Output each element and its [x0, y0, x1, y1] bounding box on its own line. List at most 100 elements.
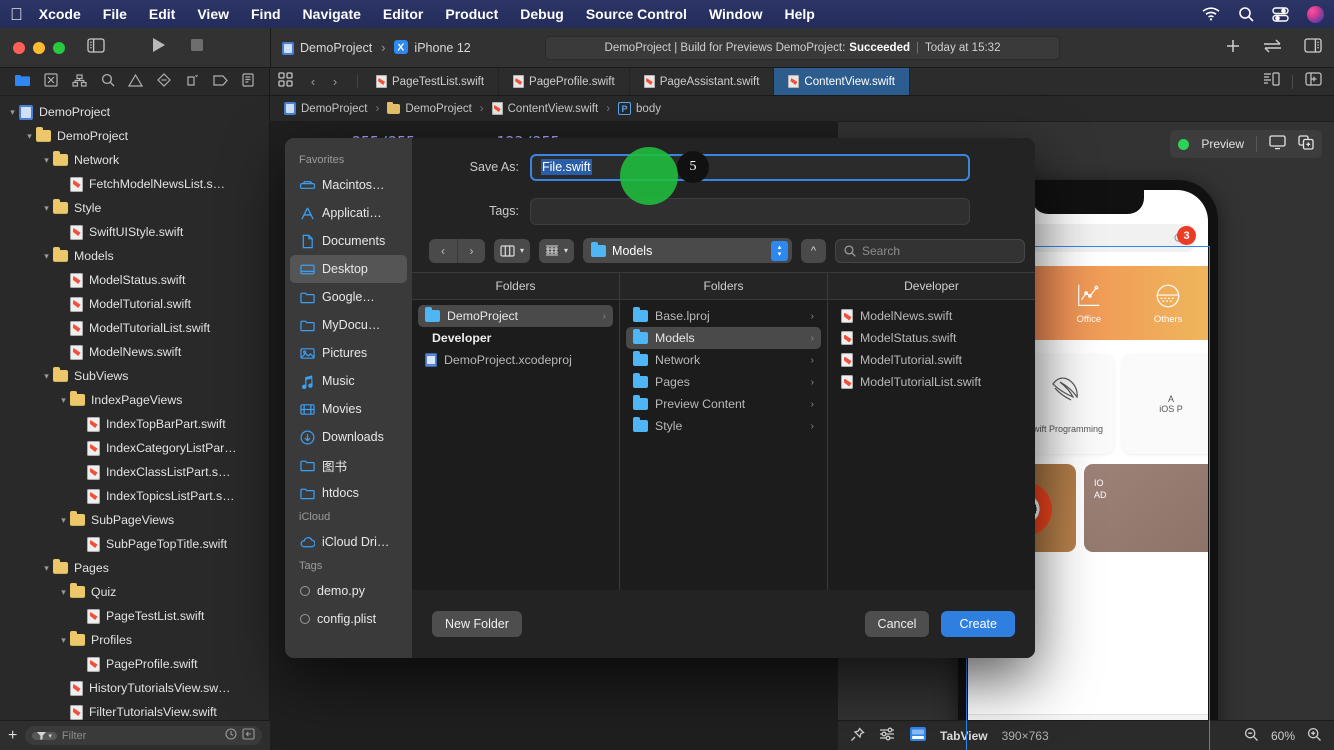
- toolbar-right-controls[interactable]: [1225, 28, 1322, 68]
- new-folder-button[interactable]: New Folder: [432, 611, 522, 637]
- banner-item[interactable]: IO AD: [1084, 464, 1208, 552]
- menu-item-product[interactable]: Product: [445, 6, 498, 22]
- file-tree-row[interactable]: ▾ IndexPageViews: [0, 388, 269, 412]
- sidebar-item-iclouddri[interactable]: iCloud Dri…: [290, 528, 407, 556]
- browser-row[interactable]: Base.lproj ›: [626, 305, 821, 327]
- scheme-selector[interactable]: DemoProject › iPhone 12: [282, 28, 471, 68]
- path-popup-button[interactable]: Models ▴ ▾: [583, 238, 792, 263]
- menu-item-edit[interactable]: Edit: [149, 6, 175, 22]
- pin-icon[interactable]: [850, 726, 865, 745]
- close-button[interactable]: [13, 41, 25, 54]
- sidebar-item-htdocs[interactable]: htdocs: [290, 479, 407, 507]
- breadcrumb-item-1[interactable]: DemoProject: [405, 103, 471, 115]
- breadcrumb-item-3[interactable]: body: [636, 103, 661, 115]
- menu-item-debug[interactable]: Debug: [520, 6, 564, 22]
- zoom-out-icon[interactable]: [1244, 727, 1259, 745]
- menu-item-source-control[interactable]: Source Control: [586, 6, 687, 22]
- sidebar-item-applicati[interactable]: Applicati…: [290, 199, 407, 227]
- card-item[interactable]: A iOS P: [1122, 354, 1208, 454]
- path-stepper-icon[interactable]: ▴ ▾: [771, 240, 788, 261]
- zoom-in-icon[interactable]: [1307, 727, 1322, 745]
- group-by-button[interactable]: ▾: [539, 238, 575, 263]
- browser-row[interactable]: ModelNews.swift: [834, 305, 1029, 327]
- wifi-icon[interactable]: [1202, 7, 1220, 21]
- browser-row[interactable]: DemoProject.xcodeproj: [418, 349, 613, 371]
- file-tree-row[interactable]: ▾ SubPageViews: [0, 508, 269, 532]
- apple-logo-icon[interactable]: : [10, 6, 23, 23]
- sidebar-item-google[interactable]: Google…: [290, 283, 407, 311]
- disclosure-triangle-icon[interactable]: ▾: [57, 587, 70, 598]
- file-tree-row[interactable]: ▾ Style: [0, 196, 269, 220]
- sidebar-item-macintos[interactable]: Macintos…: [290, 171, 407, 199]
- symbol-icon[interactable]: [72, 73, 87, 90]
- search-icon[interactable]: [101, 73, 115, 90]
- sidebar-item-desktop[interactable]: Desktop: [290, 255, 407, 283]
- sidebar-item-pictures[interactable]: Pictures: [290, 339, 407, 367]
- create-button[interactable]: Create: [941, 611, 1015, 637]
- filter-input[interactable]: ▾ Filter: [25, 726, 262, 745]
- filter-icon[interactable]: ▾: [32, 731, 57, 740]
- display-icon[interactable]: [1269, 135, 1286, 153]
- breadcrumb-item-0[interactable]: DemoProject: [301, 103, 367, 115]
- debug-icon[interactable]: [185, 73, 199, 90]
- menu-item-editor[interactable]: Editor: [383, 6, 423, 22]
- recent-icon[interactable]: [225, 728, 237, 743]
- collapse-icon[interactable]: [242, 728, 255, 743]
- dialog-search-input[interactable]: Search: [835, 238, 1025, 263]
- menu-item-help[interactable]: Help: [784, 6, 814, 22]
- tab-pageprofile[interactable]: PageProfile.swift: [499, 68, 630, 95]
- file-tree-row[interactable]: PageTestList.swift: [0, 604, 269, 628]
- run-button[interactable]: [151, 37, 166, 58]
- file-tree-row[interactable]: ModelStatus.swift: [0, 268, 269, 292]
- file-tree-row[interactable]: ▾ DemoProject: [0, 124, 269, 148]
- file-tree-row[interactable]: ModelTutorial.swift: [0, 292, 269, 316]
- tab-pageassistant[interactable]: PageAssistant.swift: [630, 68, 775, 95]
- menu-item-window[interactable]: Window: [709, 6, 763, 22]
- sidebar-item-[interactable]: 图书: [290, 451, 407, 479]
- file-tree-row[interactable]: IndexTopicsListPart.s…: [0, 484, 269, 508]
- file-tree-row[interactable]: ▾ Models: [0, 244, 269, 268]
- menu-item-xcode[interactable]: Xcode: [39, 6, 81, 22]
- breadcrumb[interactable]: DemoProject › DemoProject › ContentView.…: [270, 96, 1334, 122]
- disclosure-triangle-icon[interactable]: ▾: [40, 155, 53, 166]
- view-mode-button[interactable]: ▾: [494, 238, 531, 263]
- disclosure-triangle-icon[interactable]: ▾: [6, 107, 19, 118]
- menu-item-file[interactable]: File: [103, 6, 127, 22]
- zoom-controls[interactable]: 60%: [1244, 727, 1322, 745]
- menu-item-find[interactable]: Find: [251, 6, 281, 22]
- menu-item-navigate[interactable]: Navigate: [303, 6, 361, 22]
- toggle-navigator-icon[interactable]: [87, 37, 105, 58]
- category-office[interactable]: Office: [1075, 282, 1103, 325]
- sidebar-item-music[interactable]: Music: [290, 367, 407, 395]
- window-controls[interactable]: [0, 41, 65, 54]
- disclosure-triangle-icon[interactable]: ▾: [40, 251, 53, 262]
- file-tree[interactable]: ▾ DemoProject ▾ DemoProject ▾ Network FetchMod…: [0, 96, 269, 720]
- breadcrumb-item-2[interactable]: ContentView.swift: [508, 103, 599, 115]
- browser-row[interactable]: Pages ›: [626, 371, 821, 393]
- sidebar-item-downloads[interactable]: Downloads: [290, 423, 407, 451]
- file-tree-row[interactable]: FilterTutorialsView.swift: [0, 700, 269, 720]
- preview-toolbar[interactable]: Preview: [1170, 130, 1322, 158]
- browser-row[interactable]: Network ›: [626, 349, 821, 371]
- file-tree-row[interactable]: PageProfile.swift: [0, 652, 269, 676]
- file-browser-columns[interactable]: Folders DemoProject › Developer DemoProject.…: [412, 272, 1035, 590]
- zoom-button[interactable]: [53, 41, 65, 54]
- file-tree-row[interactable]: FetchModelNewsList.s…: [0, 172, 269, 196]
- browser-row[interactable]: ModelTutorial.swift: [834, 349, 1029, 371]
- inspector-toggle-icon[interactable]: [1304, 38, 1322, 58]
- disclosure-triangle-icon[interactable]: ▾: [40, 563, 53, 574]
- warning-icon[interactable]: [128, 73, 144, 90]
- duplicate-icon[interactable]: [1298, 135, 1314, 153]
- folder-icon[interactable]: [14, 74, 30, 89]
- history-nav-segment[interactable]: ‹ ›: [429, 238, 485, 263]
- add-file-button[interactable]: +: [8, 727, 17, 745]
- report-icon[interactable]: [242, 73, 254, 90]
- minimap-icon[interactable]: [1263, 72, 1280, 91]
- browser-row[interactable]: DemoProject ›: [418, 305, 613, 327]
- file-tree-row[interactable]: HistoryTutorialsView.sw…: [0, 676, 269, 700]
- sidebar-item-documents[interactable]: Documents: [290, 227, 407, 255]
- user-avatar[interactable]: [1307, 5, 1324, 23]
- tab-contentview[interactable]: ContentView.swift: [774, 68, 910, 95]
- file-tree-row[interactable]: IndexCategoryListPar…: [0, 436, 269, 460]
- browser-row[interactable]: ModelTutorialList.swift: [834, 371, 1029, 393]
